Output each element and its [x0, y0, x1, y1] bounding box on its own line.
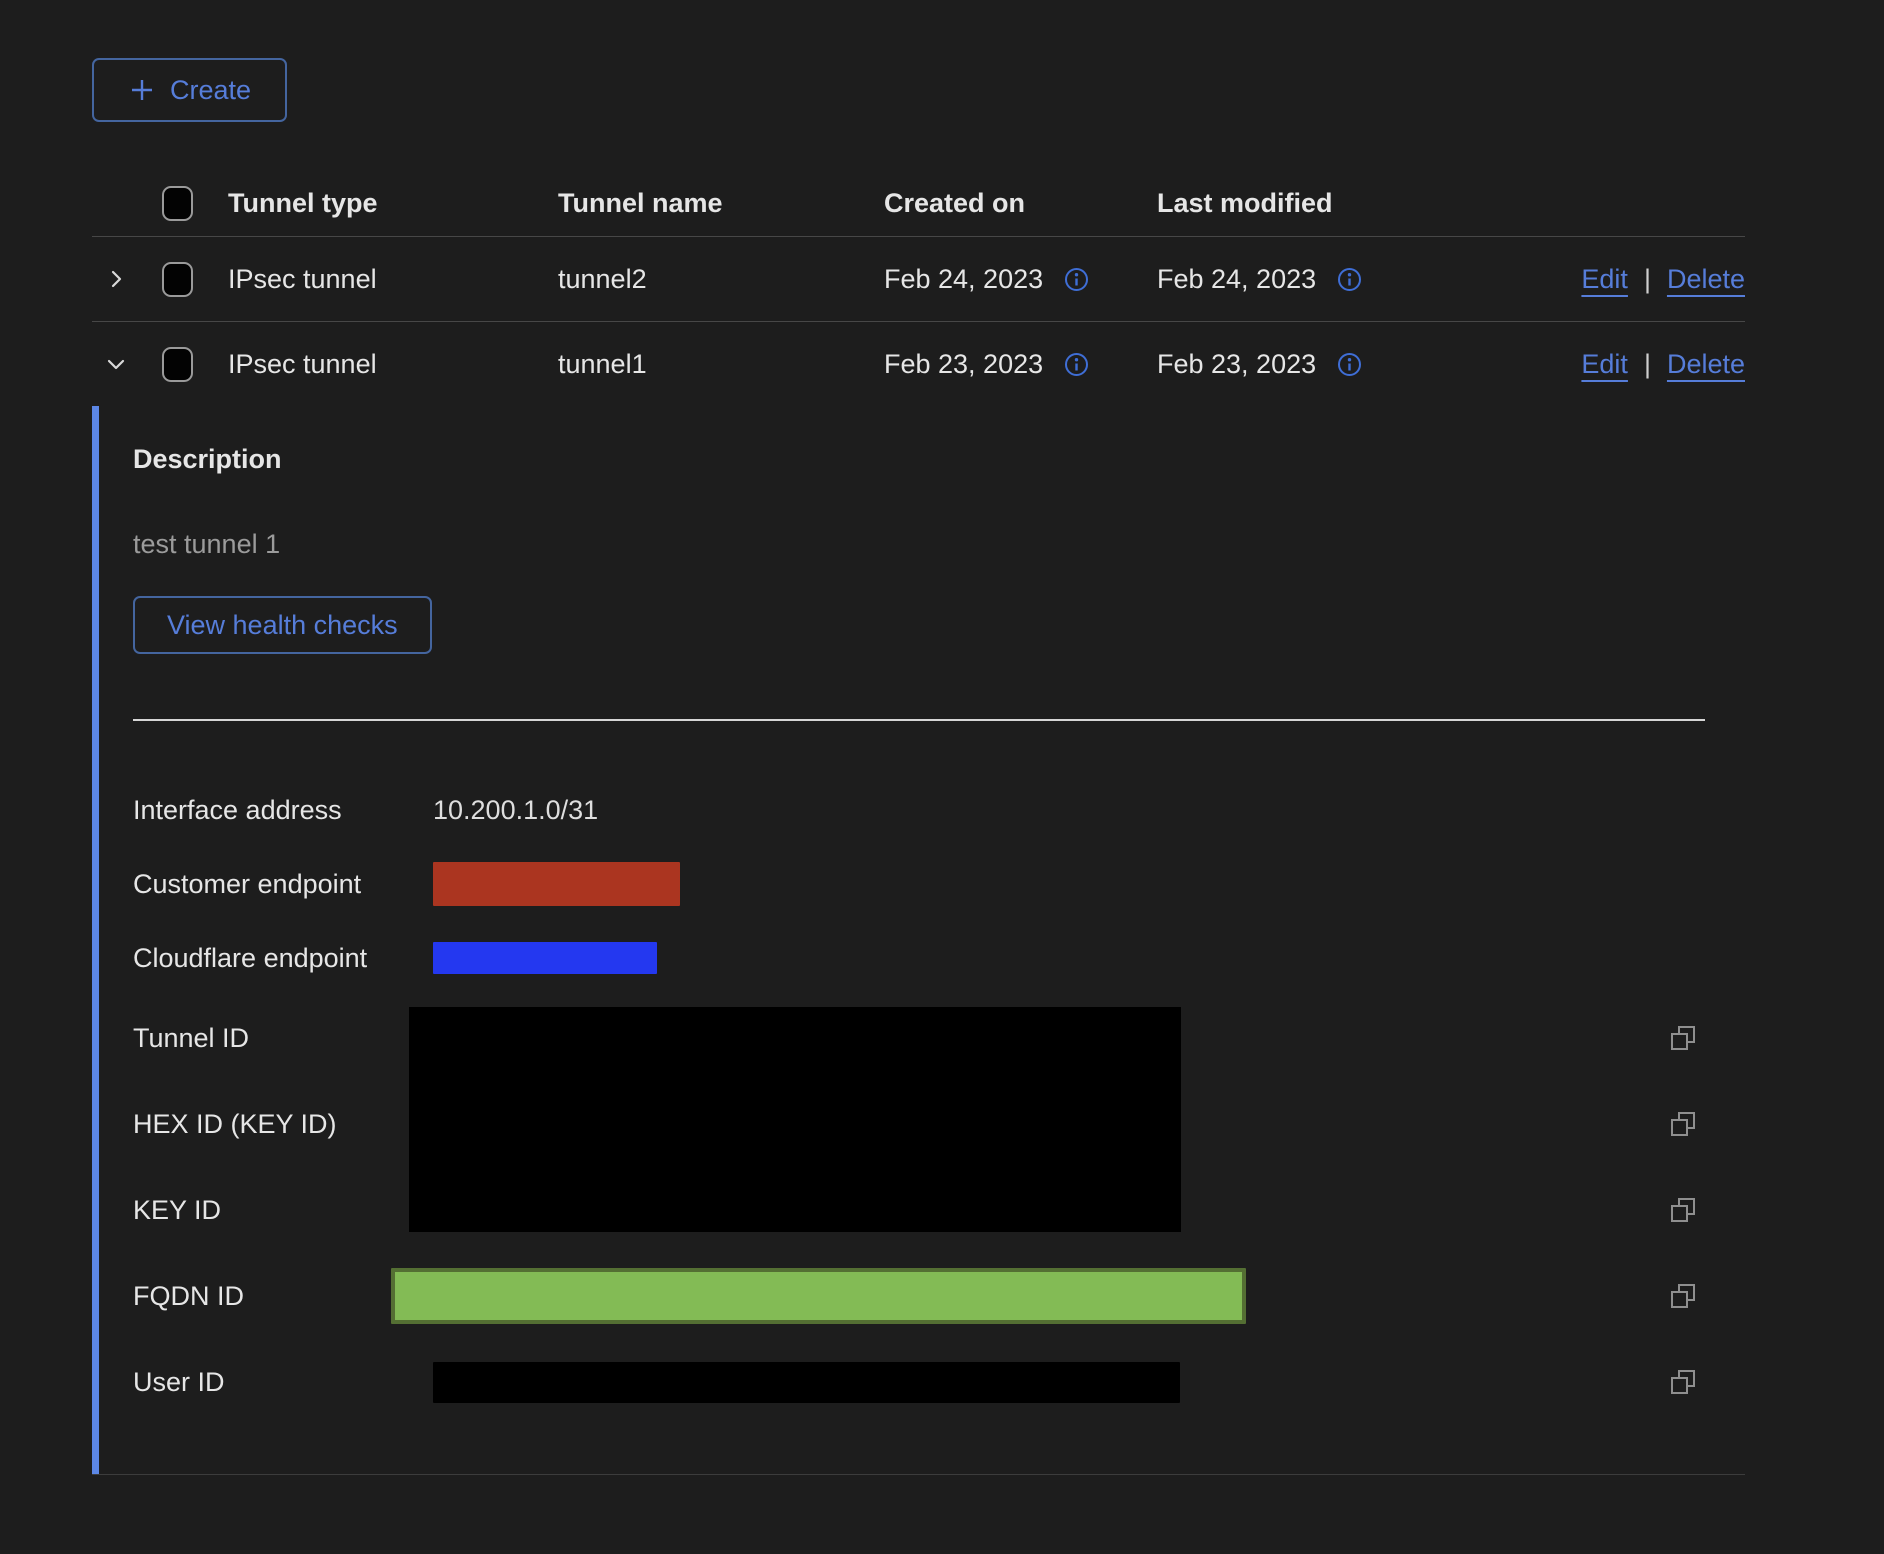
- key-id-label: KEY ID: [133, 1195, 409, 1226]
- table-header-row: Tunnel type Tunnel name Created on Last …: [92, 171, 1745, 237]
- cell-created-on: Feb 23, 2023: [884, 349, 1043, 380]
- view-health-checks-button[interactable]: View health checks: [133, 596, 432, 654]
- info-icon[interactable]: [1063, 351, 1090, 378]
- fqdn-id-redaction: [391, 1268, 1246, 1324]
- copy-icon[interactable]: [1668, 1023, 1698, 1053]
- select-all-checkbox[interactable]: [162, 186, 193, 221]
- field-row-customer-endpoint: Customer endpoint: [133, 847, 1698, 921]
- table-bottom-divider: [92, 1474, 1745, 1475]
- tunnels-table: Tunnel type Tunnel name Created on Last …: [92, 171, 1745, 1475]
- cell-last-modified: Feb 24, 2023: [1157, 264, 1316, 295]
- chevron-right-icon[interactable]: [105, 268, 127, 290]
- copy-icon[interactable]: [1668, 1367, 1698, 1397]
- create-button-label: Create: [170, 75, 251, 106]
- tunnel-id-label: Tunnel ID: [133, 1023, 409, 1054]
- customer-endpoint-redaction: [433, 862, 680, 906]
- description-value: test tunnel 1: [133, 529, 1745, 560]
- customer-endpoint-label: Customer endpoint: [133, 869, 409, 900]
- info-icon[interactable]: [1336, 351, 1363, 378]
- table-row: IPsec tunnel tunnel1 Feb 23, 2023 Feb 23…: [92, 322, 1745, 406]
- description-label: Description: [133, 444, 1745, 475]
- cloudflare-endpoint-redaction: [433, 942, 657, 974]
- user-id-redaction: [433, 1362, 1180, 1403]
- cell-last-modified: Feb 23, 2023: [1157, 349, 1316, 380]
- column-header-created-on: Created on: [884, 188, 1157, 219]
- copy-icon[interactable]: [1668, 1281, 1698, 1311]
- copy-icon[interactable]: [1668, 1109, 1698, 1139]
- action-separator: |: [1644, 349, 1651, 380]
- info-icon[interactable]: [1336, 266, 1363, 293]
- interface-address-label: Interface address: [133, 795, 409, 826]
- column-header-tunnel-name: Tunnel name: [558, 188, 884, 219]
- plus-icon: [128, 76, 156, 104]
- cell-tunnel-name: tunnel2: [558, 264, 884, 295]
- info-icon[interactable]: [1063, 266, 1090, 293]
- section-divider: [133, 719, 1705, 721]
- column-header-last-modified: Last modified: [1157, 188, 1745, 219]
- user-id-label: User ID: [133, 1367, 409, 1398]
- row-checkbox[interactable]: [162, 262, 193, 297]
- create-button[interactable]: Create: [92, 58, 287, 122]
- row-checkbox[interactable]: [162, 347, 193, 382]
- edit-link[interactable]: Edit: [1581, 349, 1628, 380]
- column-header-tunnel-type: Tunnel type: [228, 188, 558, 219]
- interface-address-value: 10.200.1.0/31: [409, 795, 1668, 826]
- cell-created-on: Feb 24, 2023: [884, 264, 1043, 295]
- view-health-checks-label: View health checks: [167, 610, 398, 641]
- cell-tunnel-type: IPsec tunnel: [228, 264, 558, 295]
- delete-link[interactable]: Delete: [1667, 264, 1745, 295]
- field-row-user-id: User ID: [133, 1339, 1698, 1425]
- cloudflare-endpoint-label: Cloudflare endpoint: [133, 943, 409, 974]
- cell-tunnel-type: IPsec tunnel: [228, 349, 558, 380]
- id-fields-group: Tunnel ID HEX ID (KEY ID): [133, 995, 1698, 1253]
- chevron-down-icon[interactable]: [105, 353, 127, 375]
- edit-link[interactable]: Edit: [1581, 264, 1628, 295]
- hex-id-label: HEX ID (KEY ID): [133, 1109, 409, 1140]
- delete-link[interactable]: Delete: [1667, 349, 1745, 380]
- ids-redaction: [409, 1007, 1181, 1232]
- field-row-fqdn-id: FQDN ID: [133, 1253, 1698, 1339]
- tunnel-detail-panel: Description test tunnel 1 View health ch…: [92, 406, 1745, 1474]
- fqdn-id-label: FQDN ID: [133, 1281, 409, 1312]
- field-row-cloudflare-endpoint: Cloudflare endpoint: [133, 921, 1698, 995]
- table-row: IPsec tunnel tunnel2 Feb 24, 2023 Feb 24…: [92, 237, 1745, 322]
- page: Create Tunnel type Tunnel name Created o…: [0, 0, 1884, 1475]
- tunnel-fields: Interface address 10.200.1.0/31 Customer…: [133, 773, 1745, 1425]
- field-row-interface-address: Interface address 10.200.1.0/31: [133, 773, 1698, 847]
- cell-tunnel-name: tunnel1: [558, 349, 884, 380]
- action-separator: |: [1644, 264, 1651, 295]
- copy-icon[interactable]: [1668, 1195, 1698, 1225]
